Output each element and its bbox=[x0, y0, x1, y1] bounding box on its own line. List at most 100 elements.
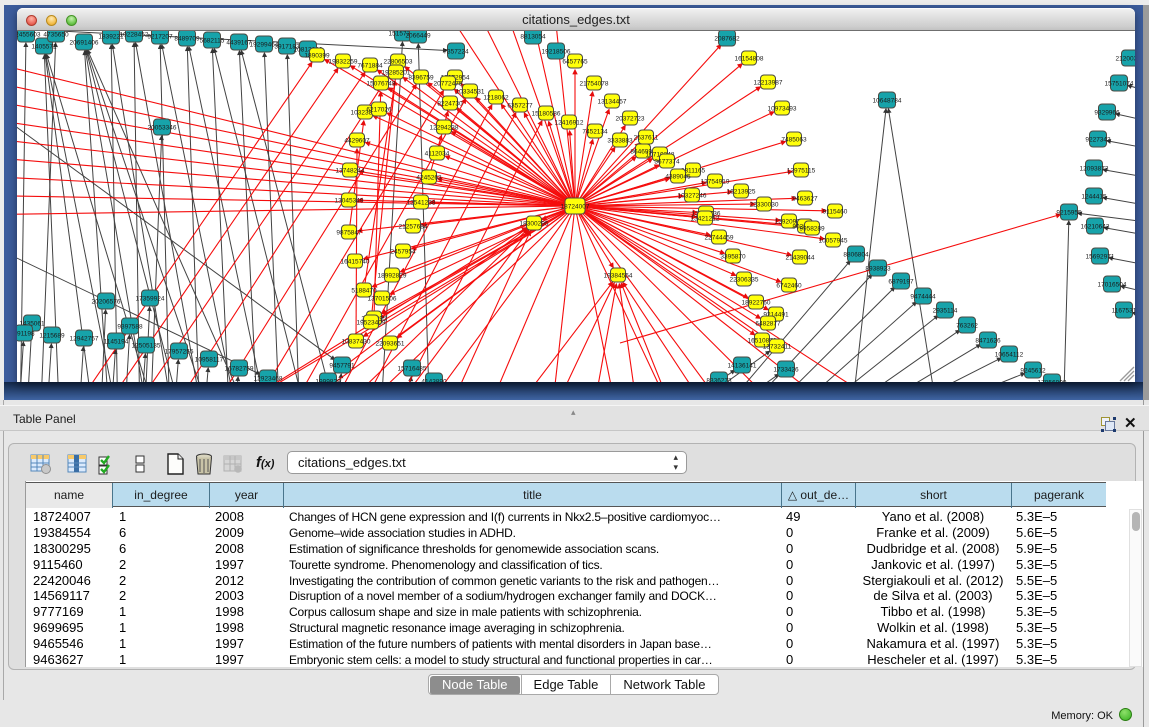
svg-text:16154808: 16154808 bbox=[735, 56, 764, 63]
svg-text:20372723: 20372723 bbox=[616, 116, 645, 123]
svg-text:1215689: 1215689 bbox=[39, 333, 65, 340]
svg-text:4245263: 4245263 bbox=[416, 175, 442, 182]
svg-text:12942757: 12942757 bbox=[70, 336, 99, 343]
svg-text:2087682: 2087682 bbox=[714, 36, 740, 43]
svg-text:2457954: 2457954 bbox=[390, 249, 416, 256]
svg-text:10327246: 10327246 bbox=[678, 193, 707, 200]
svg-text:18724007: 18724007 bbox=[561, 204, 590, 211]
svg-text:15692971: 15692971 bbox=[1086, 254, 1115, 261]
svg-text:13701506: 13701506 bbox=[368, 296, 397, 303]
svg-text:3677374: 3677374 bbox=[654, 159, 680, 166]
svg-text:17957255: 17957255 bbox=[165, 349, 194, 356]
svg-text:21439044: 21439044 bbox=[786, 255, 815, 262]
svg-text:7452134: 7452134 bbox=[582, 129, 608, 136]
svg-text:8938923: 8938923 bbox=[865, 266, 891, 273]
svg-text:22306335: 22306335 bbox=[730, 277, 759, 284]
svg-text:4389045: 4389045 bbox=[665, 174, 691, 181]
svg-text:10648784: 10648784 bbox=[873, 98, 902, 105]
svg-text:20691406: 20691406 bbox=[70, 40, 99, 47]
svg-text:22744459: 22744459 bbox=[705, 235, 734, 242]
svg-text:16415740: 16415740 bbox=[341, 259, 370, 266]
svg-text:8806804: 8806804 bbox=[843, 252, 869, 259]
svg-text:3395870: 3395870 bbox=[720, 254, 746, 261]
svg-text:9457791: 9457791 bbox=[329, 363, 355, 370]
svg-text:5682115: 5682115 bbox=[200, 38, 225, 45]
svg-text:10958117: 10958117 bbox=[195, 357, 224, 364]
svg-text:15751074: 15751074 bbox=[1105, 81, 1134, 88]
svg-text:9463627: 9463627 bbox=[792, 196, 818, 203]
svg-text:22806503: 22806503 bbox=[384, 59, 413, 66]
svg-text:10228452: 10228452 bbox=[120, 32, 149, 39]
svg-text:8813054: 8813054 bbox=[520, 34, 546, 41]
svg-text:13754919: 13754919 bbox=[701, 179, 730, 186]
svg-text:22455603: 22455603 bbox=[17, 32, 41, 39]
svg-text:10973493: 10973493 bbox=[768, 106, 797, 113]
svg-text:20206576: 20206576 bbox=[92, 299, 121, 306]
svg-text:15716485: 15716485 bbox=[398, 366, 427, 373]
svg-text:19832259: 19832259 bbox=[329, 59, 358, 66]
svg-text:1167531: 1167531 bbox=[1112, 308, 1135, 315]
svg-text:12505135: 12505135 bbox=[132, 343, 161, 350]
svg-text:9245612: 9245612 bbox=[1020, 368, 1046, 375]
svg-text:6879197: 6879197 bbox=[888, 279, 914, 286]
svg-text:15076749: 15076749 bbox=[367, 81, 396, 88]
svg-text:10837430: 10837430 bbox=[342, 339, 371, 346]
svg-text:7671884: 7671884 bbox=[357, 63, 383, 70]
svg-text:7485063: 7485063 bbox=[781, 137, 807, 144]
svg-text:9474444: 9474444 bbox=[910, 294, 936, 301]
svg-text:22330030: 22330030 bbox=[750, 202, 779, 209]
svg-text:391198: 391198 bbox=[17, 331, 35, 338]
svg-text:13045349: 13045349 bbox=[335, 198, 364, 205]
svg-text:7357224: 7357224 bbox=[443, 49, 469, 56]
svg-text:6357277: 6357277 bbox=[507, 103, 533, 110]
svg-text:19523409: 19523409 bbox=[357, 320, 386, 327]
svg-text:9217207: 9217207 bbox=[147, 34, 173, 41]
svg-text:6482877: 6482877 bbox=[755, 321, 781, 328]
svg-text:10654112: 10654112 bbox=[995, 352, 1024, 359]
svg-text:13748244: 13748244 bbox=[336, 168, 365, 175]
svg-text:20053346: 20053346 bbox=[148, 125, 177, 132]
svg-text:8336273: 8336273 bbox=[706, 378, 732, 383]
svg-text:21257684: 21257684 bbox=[399, 224, 428, 231]
svg-text:18992829: 18992829 bbox=[378, 273, 407, 280]
svg-text:1244415: 1244415 bbox=[1081, 194, 1107, 201]
svg-text:9215955: 9215955 bbox=[1056, 210, 1082, 217]
svg-text:22093651: 22093651 bbox=[376, 341, 405, 348]
svg-text:12541238: 12541238 bbox=[407, 200, 436, 207]
svg-text:8471626: 8471626 bbox=[975, 338, 1001, 345]
svg-text:9958289: 9958289 bbox=[799, 226, 825, 233]
svg-text:1405572: 1405572 bbox=[31, 44, 57, 51]
svg-text:4143890: 4143890 bbox=[421, 379, 447, 383]
svg-text:18922760: 18922760 bbox=[742, 300, 771, 307]
svg-text:2066449: 2066449 bbox=[405, 33, 431, 40]
svg-text:12213987: 12213987 bbox=[754, 80, 783, 87]
svg-text:9397588: 9397588 bbox=[117, 324, 143, 331]
svg-text:8489709: 8489709 bbox=[174, 36, 200, 43]
svg-text:6742460: 6742460 bbox=[776, 283, 802, 290]
svg-text:2935114: 2935114 bbox=[933, 308, 958, 315]
svg-text:4112034: 4112034 bbox=[425, 151, 450, 158]
svg-text:4439167: 4439167 bbox=[226, 40, 252, 47]
svg-text:20772475: 20772475 bbox=[434, 81, 463, 88]
svg-text:15180586: 15180586 bbox=[532, 111, 561, 118]
svg-text:18300295: 18300295 bbox=[520, 221, 549, 228]
svg-text:12975115: 12975115 bbox=[787, 168, 816, 175]
svg-text:13421212: 13421212 bbox=[691, 216, 720, 223]
svg-text:13732411: 13732411 bbox=[763, 344, 792, 351]
svg-text:4429607: 4429607 bbox=[344, 138, 370, 145]
svg-text:14136141: 14136141 bbox=[728, 363, 757, 370]
svg-text:9329966: 9329966 bbox=[1094, 110, 1120, 117]
svg-text:19384554: 19384554 bbox=[604, 273, 633, 280]
svg-text:6457765: 6457765 bbox=[562, 59, 588, 66]
svg-text:1999828: 1999828 bbox=[315, 379, 341, 383]
svg-text:16210643: 16210643 bbox=[1081, 224, 1110, 231]
svg-text:16782759: 16782759 bbox=[225, 366, 254, 373]
svg-text:8396759: 8396759 bbox=[408, 75, 434, 82]
svg-text:2537611: 2537611 bbox=[634, 135, 659, 142]
svg-text:17956909: 17956909 bbox=[1038, 380, 1067, 383]
svg-text:21200396: 21200396 bbox=[1116, 56, 1135, 63]
svg-text:10334531: 10334531 bbox=[456, 89, 485, 96]
svg-text:763262: 763262 bbox=[956, 323, 978, 330]
svg-text:21754078: 21754078 bbox=[580, 81, 609, 88]
svg-text:6217026: 6217026 bbox=[366, 107, 392, 114]
